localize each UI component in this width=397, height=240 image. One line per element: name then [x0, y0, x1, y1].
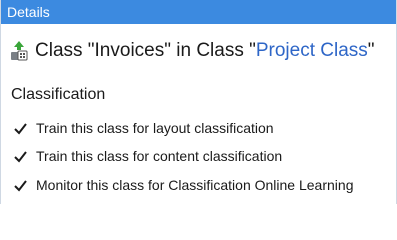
train-content-label: Train this class for content classificat…	[36, 148, 283, 164]
checkbox-checked-icon[interactable]	[13, 178, 28, 193]
panel-header: Details	[1, 0, 396, 24]
parent-class-link[interactable]: Project Class	[256, 40, 368, 62]
details-panel: Details Class "Invoices" in Class " Proje…	[0, 0, 397, 204]
classification-section-title: Classification	[11, 86, 106, 103]
checkbox-checked-icon[interactable]	[13, 121, 28, 136]
monitor-online-learning-checkbox-row[interactable]: Monitor this class for Classification On…	[13, 175, 353, 195]
monitor-online-learning-label: Monitor this class for Classification On…	[36, 177, 354, 193]
class-icon	[9, 40, 29, 62]
class-title-suffix: "	[367, 40, 375, 61]
checkbox-checked-icon[interactable]	[13, 149, 28, 164]
train-layout-checkbox-row[interactable]: Train this class for layout classificati…	[13, 118, 274, 138]
class-title-row: Class "Invoices" in Class " Project Class…	[9, 37, 375, 65]
panel-header-title: Details	[7, 4, 50, 20]
train-content-checkbox-row[interactable]: Train this class for content classificat…	[13, 146, 282, 166]
train-layout-label: Train this class for layout classificati…	[36, 120, 274, 136]
class-title-prefix: Class "Invoices" in Class "	[35, 40, 256, 61]
